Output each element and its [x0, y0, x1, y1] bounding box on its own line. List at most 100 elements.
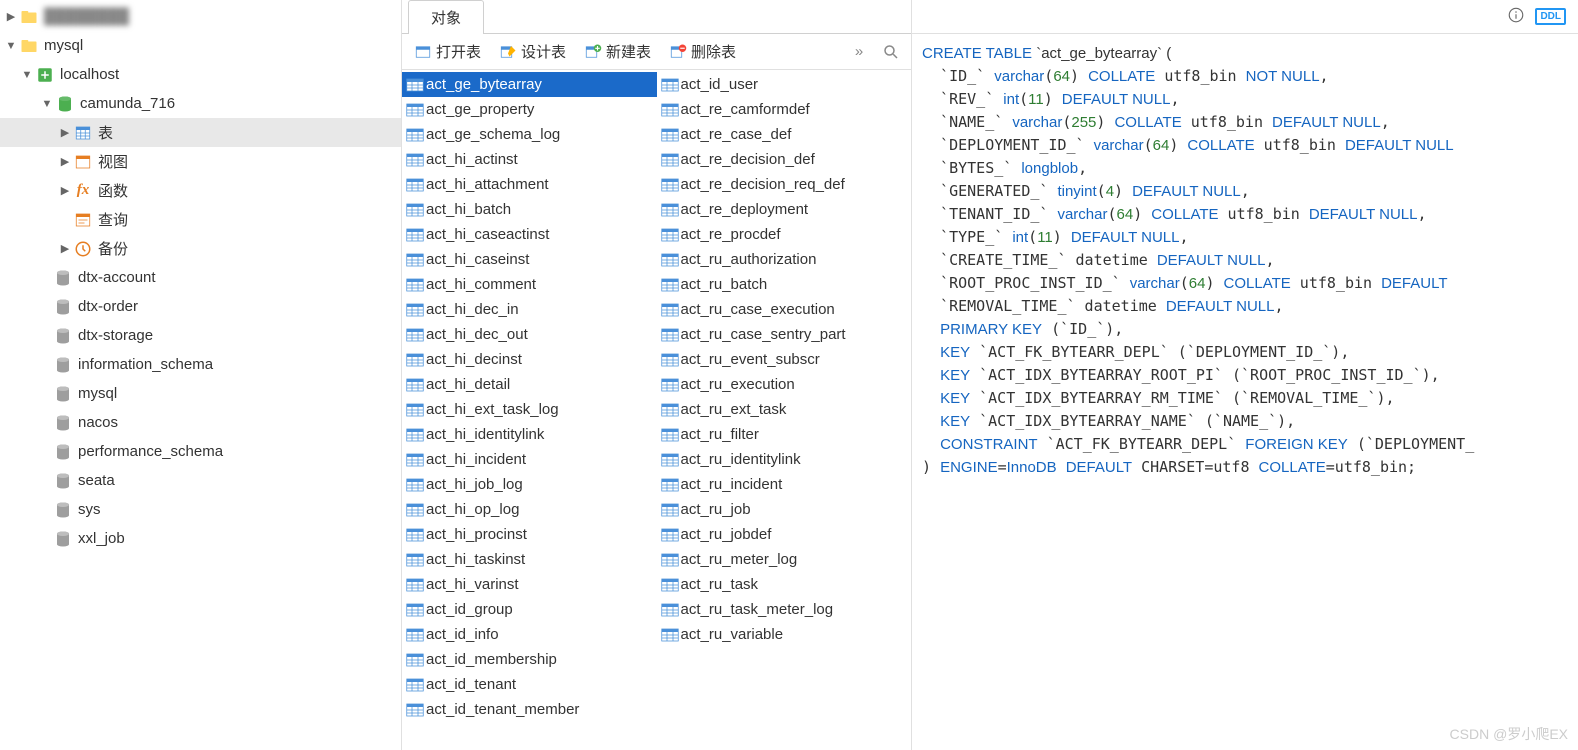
tree-tables-node[interactable]: ▶ 表 — [0, 118, 401, 147]
table-row[interactable]: act_re_camformdef — [657, 97, 912, 122]
table-row[interactable]: act_hi_ext_task_log — [402, 397, 657, 422]
tree-database[interactable]: information_schema — [0, 350, 401, 379]
table-row[interactable]: act_ru_identitylink — [657, 447, 912, 472]
chevron-right-icon[interactable]: ▶ — [58, 126, 72, 140]
table-row[interactable]: act_hi_dec_out — [402, 322, 657, 347]
chevron-down-icon[interactable]: ▼ — [40, 97, 54, 111]
table-row[interactable]: act_re_decision_req_def — [657, 172, 912, 197]
tree-database-active[interactable]: ▼ camunda_716 — [0, 89, 401, 118]
table-name: act_id_info — [426, 626, 499, 643]
table-row[interactable]: act_re_procdef — [657, 222, 912, 247]
table-row[interactable]: act_hi_job_log — [402, 472, 657, 497]
table-row[interactable]: act_id_info — [402, 622, 657, 647]
chevron-right-icon[interactable]: ▶ — [58, 184, 72, 198]
table-row[interactable]: act_ru_authorization — [657, 247, 912, 272]
table-row[interactable]: act_hi_taskinst — [402, 547, 657, 572]
database-icon — [56, 95, 74, 113]
table-row[interactable]: act_hi_procinst — [402, 522, 657, 547]
table-row[interactable]: act_ru_execution — [657, 372, 912, 397]
tree-database[interactable]: nacos — [0, 408, 401, 437]
delete-table-button[interactable]: 删除表 — [661, 37, 744, 66]
table-row[interactable]: act_ge_property — [402, 97, 657, 122]
tree-queries-node[interactable]: ▶ 查询 — [0, 205, 401, 234]
table-row[interactable]: act_ru_meter_log — [657, 547, 912, 572]
chevron-right-icon[interactable]: ▶ — [58, 242, 72, 256]
table-row[interactable]: act_ru_case_sentry_part — [657, 322, 912, 347]
tab-objects[interactable]: 对象 — [408, 0, 484, 34]
table-name: act_hi_ext_task_log — [426, 401, 559, 418]
table-row[interactable]: act_re_deployment — [657, 197, 912, 222]
design-table-button[interactable]: 设计表 — [491, 37, 574, 66]
table-row[interactable]: act_hi_varinst — [402, 572, 657, 597]
tab-bar: 对象 — [402, 0, 911, 34]
tree-label: 表 — [98, 122, 113, 143]
table-row[interactable]: act_hi_comment — [402, 272, 657, 297]
table-row[interactable]: act_ru_variable — [657, 622, 912, 647]
chevron-right-icon[interactable]: ▶ — [58, 155, 72, 169]
table-row[interactable]: act_hi_incident — [402, 447, 657, 472]
table-name: act_hi_identitylink — [426, 426, 544, 443]
table-row[interactable]: act_id_group — [402, 597, 657, 622]
table-row[interactable]: act_id_membership — [402, 647, 657, 672]
tree-root-blur[interactable]: ▶ ████████ — [0, 2, 401, 31]
table-row[interactable]: act_hi_dec_in — [402, 297, 657, 322]
search-icon[interactable] — [881, 42, 901, 62]
chevron-right-icon[interactable]: ▶ — [4, 10, 18, 24]
new-table-button[interactable]: 新建表 — [576, 37, 659, 66]
tree-backup-node[interactable]: ▶ 备份 — [0, 234, 401, 263]
table-row[interactable]: act_hi_caseinst — [402, 247, 657, 272]
tree-database[interactable]: dtx-order — [0, 292, 401, 321]
table-row[interactable]: act_id_tenant_member — [402, 697, 657, 722]
tree-database[interactable]: sys — [0, 495, 401, 524]
table-row[interactable]: act_hi_detail — [402, 372, 657, 397]
table-row[interactable]: act_ru_event_subscr — [657, 347, 912, 372]
table-row[interactable]: act_id_user — [657, 72, 912, 97]
more-icon[interactable]: » — [849, 42, 869, 62]
tree-functions-node[interactable]: ▶ fx 函数 — [0, 176, 401, 205]
table-row[interactable]: act_hi_batch — [402, 197, 657, 222]
table-row[interactable]: act_hi_identitylink — [402, 422, 657, 447]
info-icon[interactable] — [1507, 6, 1525, 28]
tree-views-node[interactable]: ▶ 视图 — [0, 147, 401, 176]
table-name: act_ge_schema_log — [426, 126, 560, 143]
table-row[interactable]: act_ru_case_execution — [657, 297, 912, 322]
table-row[interactable]: act_hi_actinst — [402, 147, 657, 172]
table-row[interactable]: act_ru_incident — [657, 472, 912, 497]
open-table-button[interactable]: 打开表 — [406, 37, 489, 66]
table-row[interactable]: act_hi_op_log — [402, 497, 657, 522]
table-row[interactable]: act_hi_caseactinst — [402, 222, 657, 247]
chevron-down-icon[interactable]: ▼ — [20, 68, 34, 82]
tree-database[interactable]: dtx-account — [0, 263, 401, 292]
ddl-panel: DDL CREATE TABLE `act_ge_bytearray` ( `I… — [912, 0, 1578, 750]
ddl-icon[interactable]: DDL — [1535, 8, 1566, 25]
table-row[interactable]: act_ge_schema_log — [402, 122, 657, 147]
table-row[interactable]: act_ru_task_meter_log — [657, 597, 912, 622]
table-row[interactable]: act_re_decision_def — [657, 147, 912, 172]
table-row[interactable]: act_ru_task — [657, 572, 912, 597]
tree-database[interactable]: seata — [0, 466, 401, 495]
chevron-down-icon[interactable]: ▼ — [4, 39, 18, 53]
table-row[interactable]: act_ru_job — [657, 497, 912, 522]
tree-label: localhost — [60, 66, 119, 83]
table-row[interactable]: act_ru_filter — [657, 422, 912, 447]
table-row[interactable]: act_ru_jobdef — [657, 522, 912, 547]
table-row[interactable]: act_ge_bytearray — [402, 72, 657, 97]
table-row[interactable]: act_ru_ext_task — [657, 397, 912, 422]
table-row[interactable]: act_ru_batch — [657, 272, 912, 297]
tree-connection[interactable]: ▼ localhost — [0, 60, 401, 89]
table-icon — [406, 428, 424, 442]
tree-database[interactable]: xxl_job — [0, 524, 401, 553]
tree-database[interactable]: performance_schema — [0, 437, 401, 466]
table-row[interactable]: act_re_case_def — [657, 122, 912, 147]
table-icon — [406, 303, 424, 317]
table-icon — [661, 453, 679, 467]
tree-root-mysql[interactable]: ▼ mysql — [0, 31, 401, 60]
table-name: act_hi_caseinst — [426, 251, 529, 268]
table-row[interactable]: act_id_tenant — [402, 672, 657, 697]
tree-database[interactable]: dtx-storage — [0, 321, 401, 350]
table-row[interactable]: act_hi_decinst — [402, 347, 657, 372]
ddl-code[interactable]: CREATE TABLE `act_ge_bytearray` ( `ID_` … — [912, 34, 1578, 750]
tree-database[interactable]: mysql — [0, 379, 401, 408]
table-row[interactable]: act_hi_attachment — [402, 172, 657, 197]
objects-panel: 对象 打开表 设计表 新建表 删除表 » act_ge_bytearrayact… — [402, 0, 912, 750]
